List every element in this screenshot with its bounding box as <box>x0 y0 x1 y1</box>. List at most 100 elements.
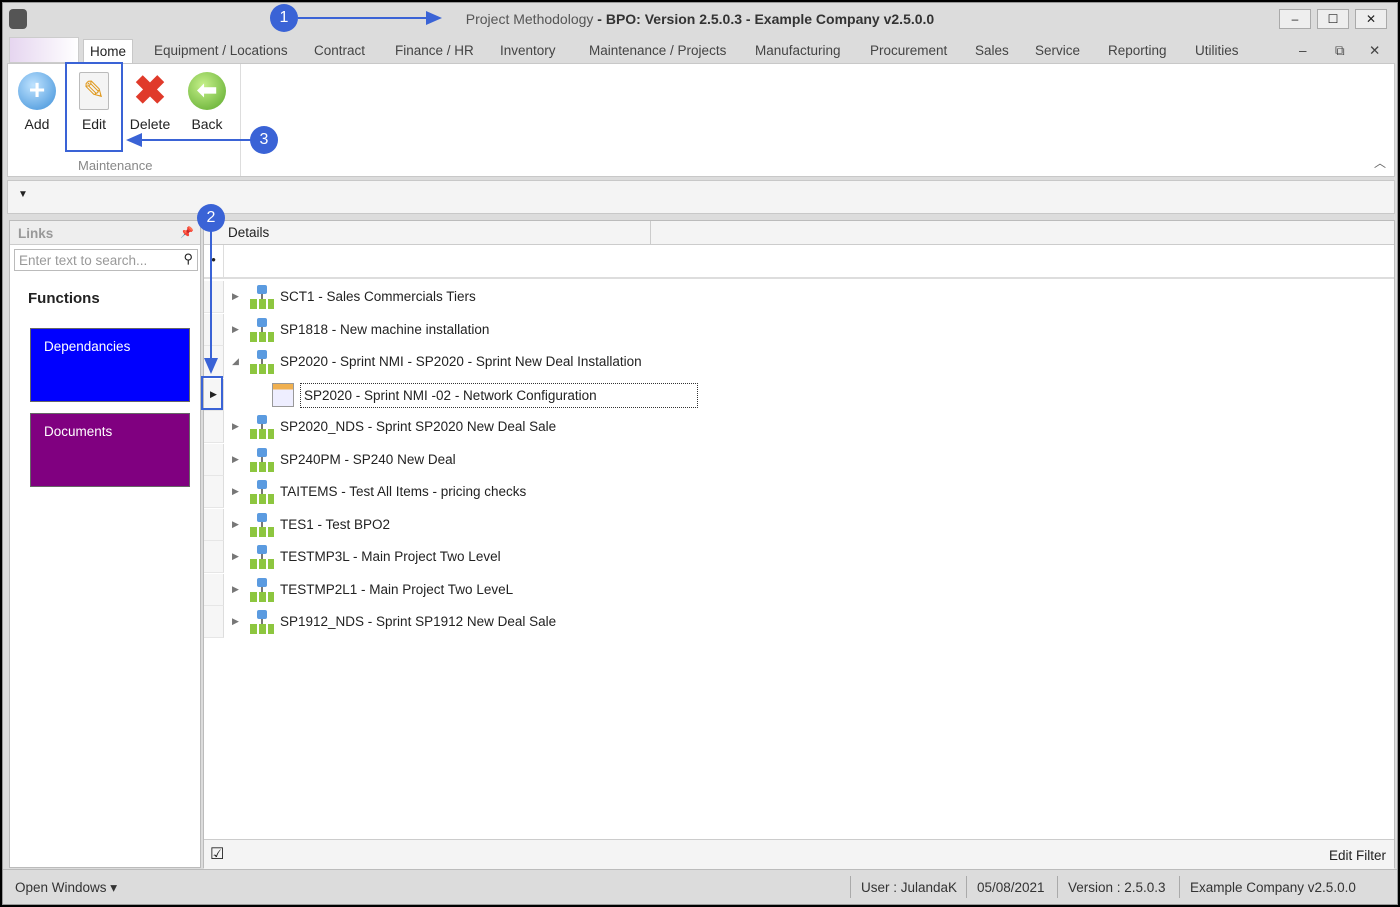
ribbon: + Add ✎ Edit ✖ Delete ⬅ Back Maintenance ︿ <box>7 63 1395 177</box>
row-label: SP2020_NDS - Sprint SP2020 New Deal Sale <box>280 419 557 434</box>
tab-maintenance[interactable]: Maintenance / Projects <box>583 39 732 63</box>
delete-button[interactable]: ✖ Delete <box>123 68 177 134</box>
table-row[interactable]: ▶ SP1912_NDS - Sprint SP1912 New Deal Sal… <box>204 606 1394 638</box>
mdi-restore-button[interactable]: ⧉ <box>1329 39 1351 63</box>
tab-service[interactable]: Service <box>1029 39 1086 63</box>
row-label: SP1912_NDS - Sprint SP1912 New Deal Sale <box>280 614 557 629</box>
row-indicator[interactable] <box>204 541 224 573</box>
table-row[interactable]: ▶ TES1 - Test BPO2 <box>204 508 1394 541</box>
row-indicator[interactable] <box>204 281 224 313</box>
column-header-details[interactable]: Details <box>228 225 269 240</box>
table-row[interactable]: ▶ TESTMP3L - Main Project Two Level <box>204 541 1394 573</box>
expand-icon[interactable]: ▶ <box>232 519 239 530</box>
row-indicator[interactable] <box>204 443 224 476</box>
row-indicator[interactable] <box>204 411 224 443</box>
row-indicator[interactable] <box>204 573 224 606</box>
table-row[interactable]: ▶ TESTMP2L1 - Main Project Two LeveL <box>204 573 1394 606</box>
expand-icon[interactable]: ▶ <box>232 324 239 335</box>
row-label: SP2020 - Sprint NMI -02 - Network Config… <box>300 382 698 408</box>
filter-row[interactable] <box>204 245 1394 279</box>
add-icon: + <box>18 72 56 110</box>
arrowhead <box>426 11 442 25</box>
links-search-input[interactable]: Enter text to search... ⚲ <box>14 249 198 271</box>
callout-3-arrow <box>140 139 252 141</box>
project-hierarchy-icon <box>248 317 276 342</box>
tab-equipment[interactable]: Equipment / Locations <box>148 39 294 63</box>
row-indicator[interactable] <box>204 508 224 541</box>
add-button[interactable]: + Add <box>10 68 64 134</box>
expand-icon[interactable]: ▶ <box>232 291 239 302</box>
project-hierarchy-icon <box>248 610 276 634</box>
edit-filter-button[interactable]: Edit Filter <box>1329 848 1386 863</box>
project-hierarchy-icon <box>248 577 276 602</box>
tab-utilities[interactable]: Utilities <box>1189 39 1245 63</box>
highlight-row-selector <box>201 376 223 410</box>
callout-2: 2 <box>197 204 225 232</box>
table-row[interactable]: ▶ SP240PM - SP240 New Deal <box>204 443 1394 476</box>
table-row[interactable]: ▶ SP1818 - New machine installation <box>204 313 1394 346</box>
project-hierarchy-icon <box>248 350 276 374</box>
tab-sales[interactable]: Sales <box>969 39 1015 63</box>
project-hierarchy-icon <box>248 447 276 472</box>
expand-icon[interactable]: ▶ <box>232 486 239 497</box>
table-row[interactable]: ▶ TAITEMS - Test All Items - pricing chec… <box>204 476 1394 508</box>
tab-reporting[interactable]: Reporting <box>1102 39 1173 63</box>
highlight-edit-button <box>65 62 123 152</box>
ribbon-group-label: Maintenance <box>78 158 153 173</box>
table-row[interactable]: ▶ SCT1 - Sales Commercials Tiers <box>204 281 1394 313</box>
maximize-button[interactable]: ☐ <box>1317 9 1349 29</box>
tab-inventory[interactable]: Inventory <box>494 39 562 63</box>
app-menu-button[interactable] <box>9 37 79 63</box>
row-label: TAITEMS - Test All Items - pricing check… <box>280 484 527 499</box>
tab-home[interactable]: Home <box>83 39 134 63</box>
tab-contract[interactable]: Contract <box>308 39 371 63</box>
close-button[interactable]: ✕ <box>1355 9 1387 29</box>
back-arrow-icon: ⬅ <box>188 72 226 110</box>
status-company: Example Company v2.5.0.0 <box>1190 880 1356 895</box>
functions-title: Functions <box>28 290 100 307</box>
row-indicator[interactable] <box>204 606 224 638</box>
table-row[interactable]: ◢ SP2020 - Sprint NMI - SP2020 - Sprint N… <box>204 346 1394 378</box>
open-windows-button[interactable]: Open Windows ▾ <box>15 880 117 896</box>
row-label: TESTMP3L - Main Project Two Level <box>280 549 501 564</box>
filter-row-indicator: • <box>204 245 224 279</box>
table-row[interactable]: ▶ SP2020_NDS - Sprint SP2020 New Deal Sal… <box>204 411 1394 443</box>
pin-icon[interactable]: 📌 <box>180 226 194 239</box>
project-hierarchy-icon <box>248 512 276 537</box>
row-label: TESTMP2L1 - Main Project Two LeveL <box>280 581 514 597</box>
collapse-ribbon-icon[interactable]: ︿ <box>1374 154 1386 171</box>
dependancies-button[interactable]: Dependancies <box>30 328 190 402</box>
expand-icon[interactable]: ▶ <box>232 454 239 465</box>
search-icon[interactable]: ⚲ <box>183 251 193 267</box>
mdi-minimize-button[interactable]: – <box>1293 39 1313 63</box>
expand-icon[interactable]: ▶ <box>232 421 239 432</box>
expand-icon[interactable]: ▶ <box>232 551 239 562</box>
back-button[interactable]: ⬅ Back <box>180 68 234 134</box>
row-label: SP240PM - SP240 New Deal <box>280 451 456 467</box>
row-label: SP2020 - Sprint NMI - SP2020 - Sprint Ne… <box>280 354 642 369</box>
expand-icon[interactable]: ▶ <box>232 616 239 627</box>
project-hierarchy-icon <box>248 415 276 439</box>
collapse-icon[interactable]: ◢ <box>232 356 239 367</box>
filter-checkbox[interactable]: ☑ <box>210 844 224 864</box>
customize-dropdown-icon[interactable]: ▼ <box>18 189 28 200</box>
callout-2-arrow <box>210 230 212 360</box>
tab-manufacturing[interactable]: Manufacturing <box>749 39 847 63</box>
tab-procurement[interactable]: Procurement <box>864 39 953 63</box>
documents-button[interactable]: Documents <box>30 413 190 487</box>
arrowhead <box>204 358 218 374</box>
minimize-button[interactable]: – <box>1279 9 1311 29</box>
expand-icon[interactable]: ▶ <box>232 584 239 595</box>
window-title: Project Methodology - BPO: Version 2.5.0… <box>465 11 935 27</box>
links-title: Links <box>18 226 54 241</box>
status-user: User : JulandaK <box>861 880 958 895</box>
mdi-close-button[interactable]: ✕ <box>1363 39 1386 63</box>
project-hierarchy-icon <box>248 285 276 309</box>
row-indicator[interactable] <box>204 476 224 508</box>
tab-finance[interactable]: Finance / HR <box>389 39 480 63</box>
row-indicator[interactable] <box>204 313 224 346</box>
group-divider <box>240 64 241 176</box>
project-hierarchy-icon <box>248 480 276 504</box>
table-row[interactable]: ▶ SP2020 - Sprint NMI -02 - Network Confi… <box>204 378 1394 411</box>
task-icon <box>272 382 294 407</box>
